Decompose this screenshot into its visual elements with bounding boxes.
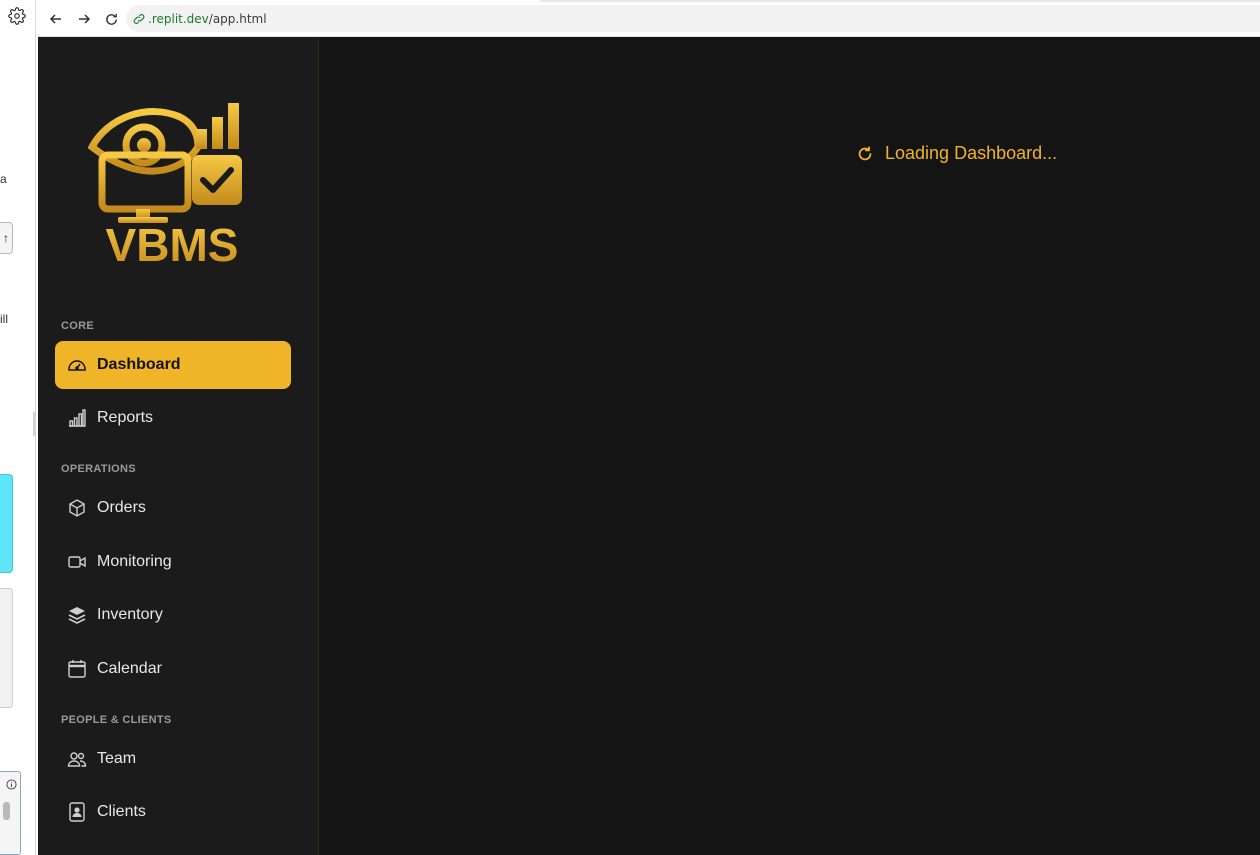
section-label-people-clients: PEOPLE & CLIENTS <box>61 714 172 726</box>
main-content: Loading Dashboard... <box>320 37 1260 855</box>
vbms-logo[interactable]: VBMS <box>88 99 258 269</box>
url-path: /app.html <box>208 11 267 26</box>
browser-toolbar: .replit.dev/app.html <box>38 0 1260 37</box>
outer-info-box <box>0 771 21 855</box>
layers-icon <box>66 604 88 626</box>
reload-button[interactable] <box>101 9 121 29</box>
sidebar-item-label: Dashboard <box>97 356 181 373</box>
sidebar-item-dashboard[interactable]: Dashboard <box>55 341 291 389</box>
sidebar-item-label: Monitoring <box>97 553 172 570</box>
outer-left-pane: a ↑ ill <box>0 0 36 855</box>
sidebar-item-monitoring[interactable]: Monitoring <box>55 538 291 586</box>
url-host: .replit.dev <box>148 11 209 26</box>
sidebar-item-reports[interactable]: Reports <box>55 394 291 442</box>
video-camera-icon <box>66 551 88 573</box>
address-bar[interactable]: .replit.dev/app.html <box>126 5 1260 32</box>
people-icon <box>66 748 88 770</box>
box-icon <box>66 497 88 519</box>
sidebar-item-inventory[interactable]: Inventory <box>55 591 291 639</box>
sidebar-item-clients[interactable]: Clients <box>55 788 291 836</box>
sidebar-item-label: Reports <box>97 409 154 426</box>
sidebar-item-label: Calendar <box>97 660 162 677</box>
spinner-icon <box>858 145 872 160</box>
loading-indicator: Loading Dashboard... <box>856 143 1057 164</box>
sidebar-item-label: Inventory <box>97 606 163 623</box>
outer-text-fragment: a <box>0 172 7 186</box>
sidebar-item-team[interactable]: Team <box>55 735 291 783</box>
forward-button[interactable] <box>74 9 94 29</box>
arrow-right-icon <box>79 14 91 24</box>
app-root: VBMS CORE Dashboard Reports OPERATIONS O… <box>38 37 1260 855</box>
logo-text: VBMS <box>106 219 239 269</box>
bar-chart-icon <box>66 407 88 429</box>
gear-icon[interactable] <box>8 7 26 25</box>
sidebar-item-label: Clients <box>97 803 146 820</box>
outer-highlight-panel <box>0 474 13 573</box>
section-label-operations: OPERATIONS <box>61 463 136 475</box>
back-button[interactable] <box>46 9 66 29</box>
sidebar-item-calendar[interactable]: Calendar <box>55 645 291 693</box>
resize-handle[interactable] <box>33 412 35 436</box>
outer-button-fragment[interactable]: ↑ <box>0 222 13 254</box>
arrow-left-icon <box>49 14 61 24</box>
sidebar-item-label: Orders <box>97 499 146 516</box>
info-icon[interactable] <box>6 779 17 790</box>
reload-icon <box>105 13 117 25</box>
outer-panel <box>0 588 13 708</box>
sidebar-item-orders[interactable]: Orders <box>55 484 291 532</box>
calendar-icon <box>66 658 88 680</box>
loading-text: Loading Dashboard... <box>885 143 1058 163</box>
outer-text-fragment: ill <box>0 312 8 326</box>
scrollbar-thumb[interactable] <box>3 802 10 820</box>
sidebar: VBMS CORE Dashboard Reports OPERATIONS O… <box>38 37 319 855</box>
contact-card-icon <box>66 801 88 823</box>
section-label-core: CORE <box>61 320 94 332</box>
gauge-icon <box>66 354 88 376</box>
link-icon <box>133 13 145 24</box>
tab-strip <box>38 0 1260 2</box>
sidebar-item-label: Team <box>97 750 137 767</box>
